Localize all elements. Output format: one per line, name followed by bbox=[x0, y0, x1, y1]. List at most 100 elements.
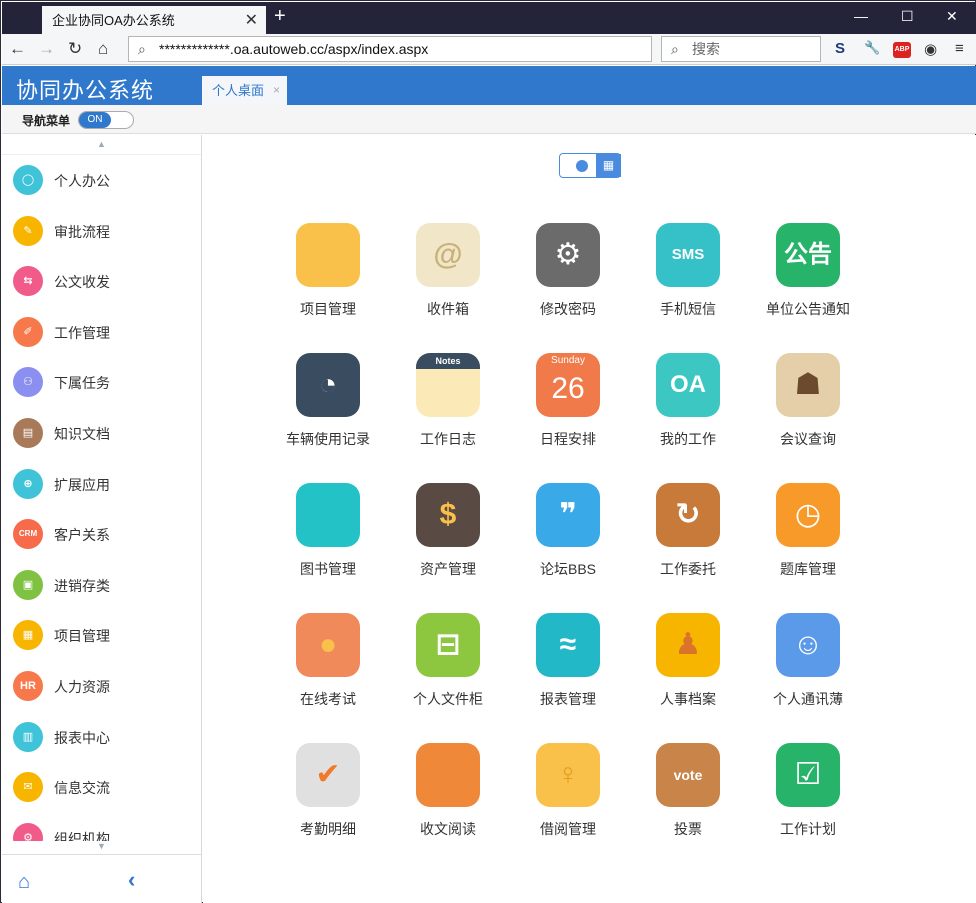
back-icon[interactable]: ← bbox=[9, 39, 26, 59]
speedometer-icon[interactable]: ◔ bbox=[296, 353, 360, 417]
app-tile[interactable]: @ 收件箱 bbox=[388, 213, 508, 343]
app-tile[interactable]: ☗ 会议查询 bbox=[748, 343, 868, 473]
wrench-icon[interactable]: 🔧 bbox=[864, 40, 880, 56]
reload-icon[interactable]: ↻ bbox=[68, 39, 82, 59]
app-tile[interactable]: Notes 工作日志 bbox=[388, 343, 508, 473]
app-tile[interactable]: 项目管理 bbox=[268, 213, 388, 343]
browser-tab[interactable]: 企业协同OA办公系统 ✕ bbox=[42, 6, 266, 35]
app-tile[interactable]: ↻ 工作委托 bbox=[628, 473, 748, 603]
s-extension-icon[interactable]: S bbox=[835, 40, 845, 57]
app-tile[interactable]: ⊟ 个人文件柜 bbox=[388, 603, 508, 733]
app-tile[interactable]: Sunday 26 日程安排 bbox=[508, 343, 628, 473]
app-tile[interactable]: ♀ 借阅管理 bbox=[508, 733, 628, 863]
app-label: 个人通讯薄 bbox=[773, 691, 843, 707]
app-tile[interactable]: ✔ 考勤明细 bbox=[268, 733, 388, 863]
sidebar-item[interactable]: CRM 客户关系 bbox=[2, 509, 201, 560]
single-view-icon[interactable] bbox=[576, 160, 588, 172]
sidebar-item[interactable]: ▦ 项目管理 bbox=[2, 610, 201, 661]
delegate-tray-icon[interactable]: ↻ bbox=[656, 483, 720, 547]
cabinet-icon[interactable]: ⊟ bbox=[416, 613, 480, 677]
sidebar-footer: ⌂ ‹ bbox=[2, 855, 201, 903]
nav-menu-toggle[interactable]: ON bbox=[78, 111, 134, 129]
vote-box-icon[interactable]: vote bbox=[656, 743, 720, 807]
adblock-icon[interactable]: ABP bbox=[893, 42, 911, 58]
personnel-file-icon[interactable]: ♟ bbox=[656, 613, 720, 677]
app-tile[interactable]: ⚙ 修改密码 bbox=[508, 213, 628, 343]
gear-icon[interactable]: ⚙ bbox=[536, 223, 600, 287]
app-tile[interactable]: ☑ 工作计划 bbox=[748, 733, 868, 863]
attendance-icon[interactable]: ✔ bbox=[296, 743, 360, 807]
notes-icon[interactable]: Notes bbox=[416, 353, 480, 417]
new-tab-button[interactable]: + bbox=[274, 5, 286, 28]
app-tile[interactable]: SMS 手机短信 bbox=[628, 213, 748, 343]
sidebar-item[interactable]: ◯ 个人办公 bbox=[2, 155, 201, 206]
sidebar: ▲ ◯ 个人办公 ✎ 审批流程 ⇆ 公文收发 ✐ 工作管理 ⚇ 下属任务 ▤ 知识文档 ⊕ 扩展应用 CRM… bbox=[2, 135, 202, 903]
sms-icon[interactable]: SMS bbox=[656, 223, 720, 287]
app-tile[interactable]: ● 在线考试 bbox=[268, 603, 388, 733]
address-bar[interactable]: ⌕ *************.oa.autoweb.cc/aspx/index… bbox=[128, 36, 652, 62]
app-tile[interactable]: ❞ 论坛BBS bbox=[508, 473, 628, 603]
oa-icon[interactable]: OA bbox=[656, 353, 720, 417]
sidebar-item[interactable]: ⚇ 下属任务 bbox=[2, 357, 201, 408]
collapse-sidebar-icon[interactable]: ‹ bbox=[128, 867, 135, 893]
menu-icon[interactable]: ≡ bbox=[955, 40, 964, 57]
sidebar-item[interactable]: ✉ 信息交流 bbox=[2, 762, 201, 813]
user-icon: ◯ bbox=[13, 165, 43, 195]
calendar-icon[interactable]: Sunday 26 bbox=[536, 353, 600, 417]
tab-close-icon[interactable]: × bbox=[273, 76, 280, 105]
sidebar-item[interactable]: ⊕ 扩展应用 bbox=[2, 459, 201, 510]
meeting-icon[interactable]: ☗ bbox=[776, 353, 840, 417]
wallet-icon[interactable]: $ bbox=[416, 483, 480, 547]
sidebar-item-label: 工作管理 bbox=[54, 324, 110, 341]
org-icon: ⚙ bbox=[13, 822, 43, 841]
app-tile[interactable]: ◔ 车辆使用记录 bbox=[268, 343, 388, 473]
notebook-icon[interactable] bbox=[296, 223, 360, 287]
sidebar-item-label: 项目管理 bbox=[54, 628, 110, 645]
sidebar-item[interactable]: ▤ 知识文档 bbox=[2, 408, 201, 459]
app-tile[interactable]: vote 投票 bbox=[628, 733, 748, 863]
sidebar-item[interactable]: ✎ 审批流程 bbox=[2, 206, 201, 257]
contacts-icon[interactable]: ☺ bbox=[776, 613, 840, 677]
app-tile[interactable]: ☺ 个人通讯薄 bbox=[748, 603, 868, 733]
sidebar-item[interactable]: ▥ 报表中心 bbox=[2, 712, 201, 763]
book-icon[interactable] bbox=[296, 483, 360, 547]
app-tile[interactable]: 图书管理 bbox=[268, 473, 388, 603]
sidebar-item-label: 审批流程 bbox=[54, 223, 110, 240]
view-switch[interactable]: ▦ bbox=[559, 153, 621, 178]
maximize-icon[interactable]: ☐ bbox=[901, 8, 914, 25]
lend-tray-icon[interactable]: ♀ bbox=[536, 743, 600, 807]
bulletin-board-icon[interactable]: 公告 bbox=[776, 223, 840, 287]
app-tile[interactable]: ♟ 人事档案 bbox=[628, 603, 748, 733]
forward-icon[interactable]: → bbox=[38, 39, 55, 59]
scroll-down-icon[interactable]: ▼ bbox=[2, 841, 201, 855]
grid-view-icon[interactable]: ▦ bbox=[596, 154, 621, 177]
sidebar-item[interactable]: ✐ 工作管理 bbox=[2, 307, 201, 358]
home-icon[interactable]: ⌂ bbox=[98, 39, 108, 59]
home-icon[interactable]: ⌂ bbox=[18, 871, 30, 894]
search-field[interactable]: ⌕ 搜索 bbox=[661, 36, 821, 62]
scroll-up-icon[interactable]: ▲ bbox=[2, 135, 201, 155]
sidebar-item[interactable]: ⚙ 组织机构 bbox=[2, 813, 201, 841]
app-tile[interactable]: $ 资产管理 bbox=[388, 473, 508, 603]
clipboard-icon[interactable]: ☑ bbox=[776, 743, 840, 807]
nav-toolbar: 导航菜单 ON bbox=[2, 105, 976, 134]
sidebar-item[interactable]: HR 人力资源 bbox=[2, 661, 201, 712]
app-tile[interactable]: OA 我的工作 bbox=[628, 343, 748, 473]
inbox-mail-icon[interactable]: @ bbox=[416, 223, 480, 287]
sidebar-item[interactable]: ⇆ 公文收发 bbox=[2, 256, 201, 307]
extension-circle-icon[interactable]: ◉ bbox=[924, 40, 937, 58]
medal-icon[interactable]: ● bbox=[296, 613, 360, 677]
close-window-icon[interactable]: ✕ bbox=[946, 8, 958, 25]
quote-bubble-icon[interactable]: ❞ bbox=[536, 483, 600, 547]
tab-close-icon[interactable]: ✕ bbox=[245, 6, 258, 35]
clock-icon[interactable]: ◷ bbox=[776, 483, 840, 547]
tab-personal-desktop[interactable]: 个人桌面 × bbox=[202, 76, 287, 105]
app-tile[interactable]: ≈ 报表管理 bbox=[508, 603, 628, 733]
wave-chart-icon[interactable]: ≈ bbox=[536, 613, 600, 677]
minimize-icon[interactable]: — bbox=[854, 8, 868, 24]
app-tile[interactable]: ◷ 题库管理 bbox=[748, 473, 868, 603]
sidebar-item[interactable]: ▣ 进销存类 bbox=[2, 560, 201, 611]
app-tile[interactable]: 公告 单位公告通知 bbox=[748, 213, 868, 343]
reading-icon[interactable] bbox=[416, 743, 480, 807]
app-tile[interactable]: 收文阅读 bbox=[388, 733, 508, 863]
